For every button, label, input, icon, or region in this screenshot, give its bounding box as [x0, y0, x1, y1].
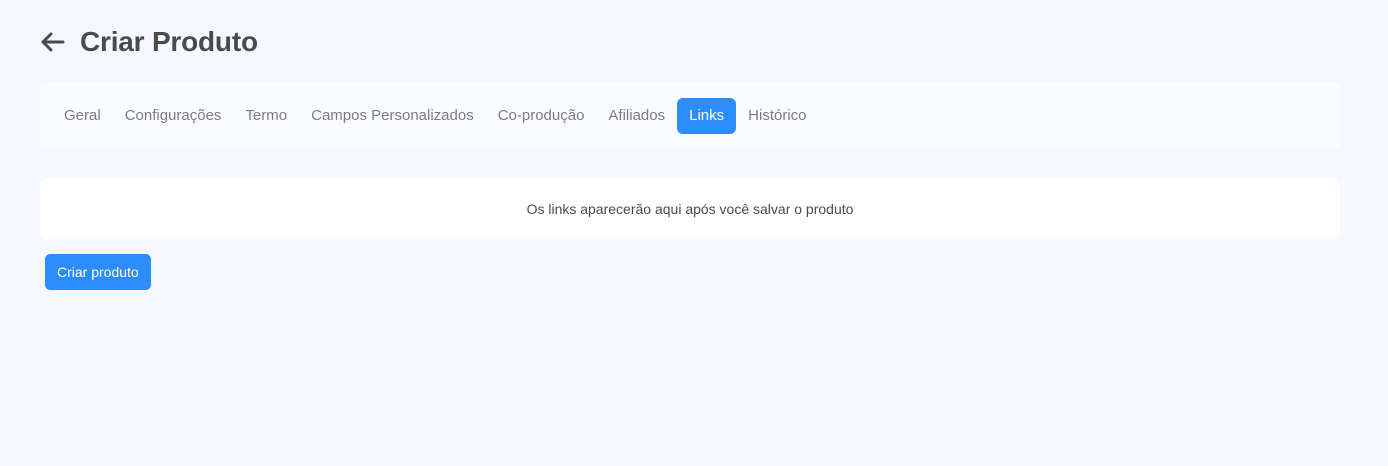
- tab-historico[interactable]: Histórico: [736, 98, 818, 134]
- tab-bar: Geral Configurações Termo Campos Persona…: [40, 82, 1340, 149]
- tab-afiliados[interactable]: Afiliados: [596, 98, 677, 134]
- tab-campos-personalizados[interactable]: Campos Personalizados: [299, 98, 486, 134]
- page-header: Criar Produto: [38, 24, 258, 60]
- tab-termo[interactable]: Termo: [233, 98, 299, 134]
- back-button[interactable]: [38, 28, 66, 56]
- tab-links[interactable]: Links: [677, 97, 737, 134]
- create-product-button[interactable]: Criar produto: [45, 254, 151, 290]
- tab-geral[interactable]: Geral: [52, 98, 113, 134]
- arrow-left-icon: [41, 32, 65, 52]
- tab-configuracoes[interactable]: Configurações: [113, 98, 234, 134]
- links-panel: Os links aparecerão aqui após você salva…: [40, 179, 1340, 239]
- tab-co-producao[interactable]: Co-produção: [486, 98, 597, 134]
- page-title: Criar Produto: [80, 26, 258, 57]
- links-empty-message: Os links aparecerão aqui após você salva…: [526, 201, 854, 217]
